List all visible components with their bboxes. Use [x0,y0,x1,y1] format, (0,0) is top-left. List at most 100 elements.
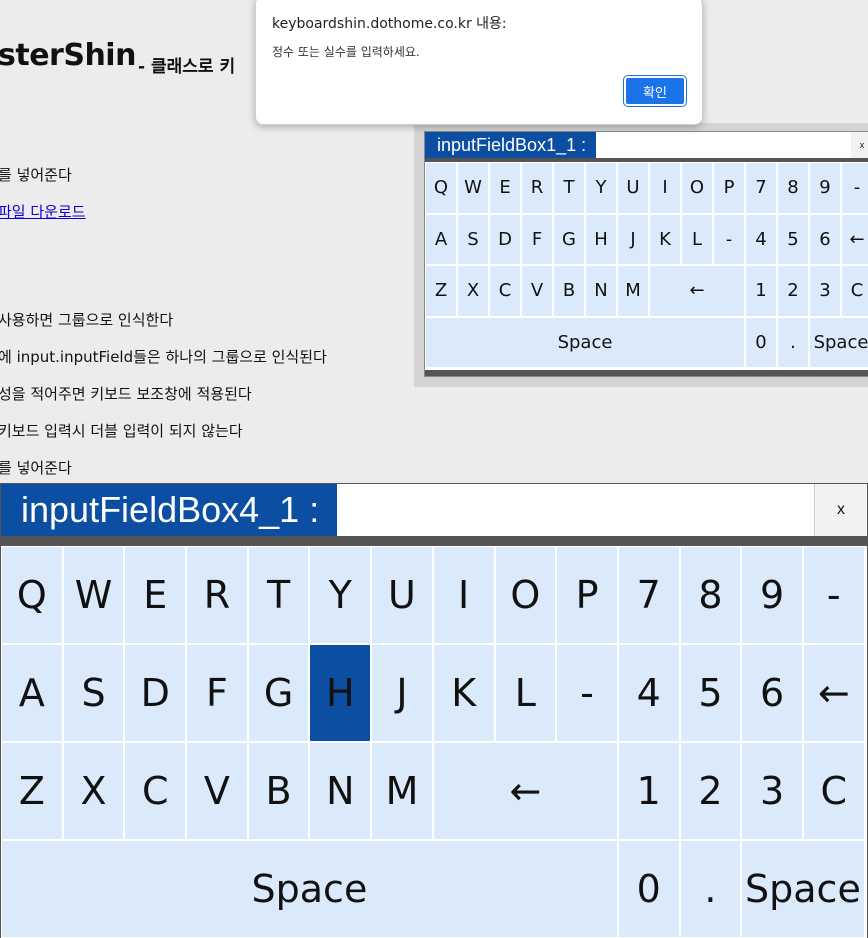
key-zero[interactable]: 0 [617,840,680,938]
key-r1-8[interactable]: O [494,546,557,644]
key-r2-1[interactable]: S [62,644,125,742]
body-text: 성을 적어주면 키보드 보조창에 적용된다 [0,385,252,403]
key-r3-2[interactable]: C [124,742,187,840]
key-r2-4[interactable]: G [247,644,310,742]
key-r3d-1[interactable]: 2 [777,265,809,317]
key-r2-10[interactable]: 4 [617,644,680,742]
key-r2-2[interactable]: D [124,644,187,742]
key-r2-12[interactable]: 6 [809,213,841,265]
key-r1-9[interactable]: P [713,162,745,214]
download-link[interactable]: 파일 다운로드 [0,201,86,222]
ok-button[interactable]: 확인 [623,75,687,107]
key-space-right[interactable]: Space [741,840,865,938]
key-r1-2[interactable]: E [489,162,521,214]
key-r1-2[interactable]: E [124,546,187,644]
keyboard-header: inputFieldBox4_1 : x [1,484,867,536]
key-r3-3[interactable]: V [521,265,553,317]
key-r3-0[interactable]: Z [1,742,63,840]
key-r2-8[interactable]: L [494,644,557,742]
key-r3-1[interactable]: X [457,265,489,317]
body-text: 를 넣어준다 [0,166,72,184]
key-r1-4[interactable]: T [553,162,585,214]
key-r1-3[interactable]: R [186,546,248,644]
key-r1-1[interactable]: W [457,162,489,214]
key-r3-1[interactable]: X [62,742,125,840]
key-r1-11[interactable]: 8 [777,162,809,214]
key-r2-10[interactable]: 4 [745,213,777,265]
key-space[interactable]: Space [1,840,618,938]
key-r2-1[interactable]: S [457,213,489,265]
key-backspace[interactable]: ← [649,265,745,317]
keyboard-input-field[interactable] [337,484,814,536]
key-r1-1[interactable]: W [62,546,125,644]
key-r2-8[interactable]: L [681,213,713,265]
key-r3d-2[interactable]: 3 [741,742,803,840]
key-r1-5[interactable]: Y [309,546,372,644]
key-r1-0[interactable]: Q [1,546,63,644]
key-r2-11[interactable]: 5 [679,644,742,742]
key-r2-0[interactable]: A [425,213,457,265]
key-r1-9[interactable]: P [556,546,618,644]
key-r1-12[interactable]: 9 [741,546,803,644]
key-r2-5[interactable]: H [585,213,617,265]
key-r1-13[interactable]: - [841,162,868,214]
close-button[interactable]: x [851,132,868,158]
key-r3d-2[interactable]: 3 [809,265,841,317]
key-r1-10[interactable]: 7 [745,162,777,214]
key-r1-13[interactable]: - [802,546,865,644]
key-r3-5[interactable]: N [309,742,372,840]
key-r3d-0[interactable]: 1 [617,742,680,840]
key-r3d-3[interactable]: C [802,742,865,840]
key-r2-13[interactable]: ← [802,644,865,742]
key-space[interactable]: Space [425,316,745,368]
key-r1-10[interactable]: 7 [617,546,680,644]
key-r3-2[interactable]: C [489,265,521,317]
key-r2-6[interactable]: J [371,644,433,742]
close-button[interactable]: x [814,484,867,536]
key-zero[interactable]: 0 [745,316,777,368]
key-r1-6[interactable]: U [371,546,433,644]
key-space-right[interactable]: Space [809,316,868,368]
key-r2-12[interactable]: 6 [741,644,803,742]
key-r2-13[interactable]: ← [841,213,868,265]
key-r3-6[interactable]: M [617,265,649,317]
key-backspace[interactable]: ← [432,742,618,840]
key-r1-11[interactable]: 8 [679,546,742,644]
key-r1-7[interactable]: I [432,546,495,644]
key-r2-3[interactable]: F [521,213,553,265]
key-r2-5[interactable]: H [309,644,372,742]
key-r2-4[interactable]: G [553,213,585,265]
divider-bar [1,536,867,546]
key-r2-3[interactable]: F [186,644,248,742]
key-r1-12[interactable]: 9 [809,162,841,214]
key-r2-11[interactable]: 5 [777,213,809,265]
key-r2-9[interactable]: - [556,644,618,742]
key-r3d-0[interactable]: 1 [745,265,777,317]
key-r2-6[interactable]: J [617,213,649,265]
key-r1-3[interactable]: R [521,162,553,214]
key-r1-0[interactable]: Q [425,162,457,214]
key-r2-2[interactable]: D [489,213,521,265]
key-r2-7[interactable]: K [432,644,495,742]
key-dot[interactable]: . [777,316,809,368]
key-r3-0[interactable]: Z [425,265,457,317]
key-r3-5[interactable]: N [585,265,617,317]
key-r3-4[interactable]: B [553,265,585,317]
key-r2-7[interactable]: K [649,213,681,265]
key-r1-7[interactable]: I [649,162,681,214]
key-r1-4[interactable]: T [247,546,310,644]
key-r2-0[interactable]: A [1,644,63,742]
key-dot[interactable]: . [679,840,742,938]
key-r3d-1[interactable]: 2 [679,742,742,840]
key-r1-5[interactable]: Y [585,162,617,214]
keyboard-input-field[interactable] [596,132,851,158]
key-r3-6[interactable]: M [371,742,433,840]
key-r1-6[interactable]: U [617,162,649,214]
key-r3-3[interactable]: V [186,742,248,840]
page-title: sterShin [0,38,136,73]
key-r1-8[interactable]: O [681,162,713,214]
key-r3d-3[interactable]: C [841,265,868,317]
key-r2-9[interactable]: - [713,213,745,265]
body-text: 에 input.inputField들은 하나의 그룹으로 인식된다 [0,348,327,366]
key-r3-4[interactable]: B [247,742,310,840]
